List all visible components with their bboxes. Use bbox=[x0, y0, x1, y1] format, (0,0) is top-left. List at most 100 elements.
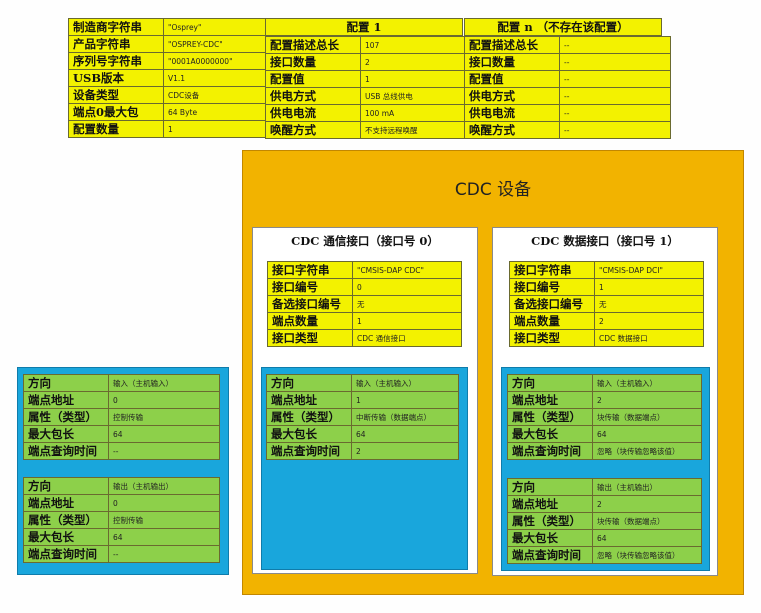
config1-table: 配置描述总长 107 接口数量 2 配置值 1 供电方式 USB 总线供电 供电电流 100 mA… bbox=[265, 36, 472, 139]
config-n-table-row: 唤醒方式 -- bbox=[464, 121, 671, 139]
field-label: 接口编号 bbox=[267, 278, 353, 296]
field-value: 64 Byte bbox=[163, 103, 275, 121]
field-value: -- bbox=[559, 70, 671, 88]
cdc-data-interface-table-row: 接口字符串 "CMSIS-DAP DCI" bbox=[509, 261, 704, 279]
field-value: 64 bbox=[592, 529, 702, 547]
field-label: 唤醒方式 bbox=[464, 121, 560, 139]
field-value: CDC设备 bbox=[163, 86, 275, 104]
config-n-table-row: 接口数量 -- bbox=[464, 53, 671, 71]
field-label: 供电方式 bbox=[265, 87, 361, 105]
ep0-in-table: 方向 输入（主机输入） 端点地址 0 属性（类型） 控制传输 最大包长 64 端点查询时间 -- bbox=[23, 374, 220, 460]
cdc-comm-endpoint-table-row: 方向 输入（主机输入） bbox=[266, 374, 459, 392]
field-value: 0 bbox=[108, 391, 220, 409]
field-label: 端点查询时间 bbox=[23, 545, 109, 563]
field-label: 供电方式 bbox=[464, 87, 560, 105]
config-n-table-row: 供电方式 -- bbox=[464, 87, 671, 105]
cdc-comm-interface-table-row: 接口字符串 "CMSIS-DAP CDC" bbox=[267, 261, 462, 279]
field-value: CDC 数据接口 bbox=[594, 329, 704, 347]
cdc-data-endpoint-out-table-row: 端点地址 2 bbox=[507, 495, 702, 513]
field-label: 接口字符串 bbox=[267, 261, 353, 279]
field-label: 属性（类型） bbox=[507, 512, 593, 530]
cdc-data-endpoint-out-table: 方向 输出（主机输出） 端点地址 2 属性（类型） 块传输（数据端点） 最大包长 64 端点查询… bbox=[507, 478, 702, 564]
field-value: 控制传输 bbox=[108, 408, 220, 426]
field-label: 端点地址 bbox=[266, 391, 352, 409]
field-label: 端点数量 bbox=[509, 312, 595, 330]
field-label: 最大包长 bbox=[266, 425, 352, 443]
field-label: 方向 bbox=[507, 478, 593, 496]
field-label: 端点地址 bbox=[23, 391, 109, 409]
field-label: 端点查询时间 bbox=[266, 442, 352, 460]
ep0-out-table: 方向 输出（主机输出） 端点地址 0 属性（类型） 控制传输 最大包长 64 端点查询时间 -- bbox=[23, 477, 220, 563]
config1-header: 配置 1 bbox=[265, 18, 463, 36]
config1-table-row: 接口数量 2 bbox=[265, 53, 472, 71]
field-value: -- bbox=[559, 87, 671, 105]
field-value: V1.1 bbox=[163, 69, 275, 87]
field-label: 属性（类型） bbox=[23, 511, 109, 529]
ep0-in-table-row: 端点地址 0 bbox=[23, 391, 220, 409]
device-descriptor-table-row: 产品字符串 "OSPREY-CDC" bbox=[68, 35, 275, 53]
field-label: 配置描述总长 bbox=[464, 36, 560, 54]
ep0-in-table-row: 最大包长 64 bbox=[23, 425, 220, 443]
cdc-device-title: CDC 设备 bbox=[454, 180, 532, 200]
field-value: CDC 通信接口 bbox=[352, 329, 462, 347]
field-value: -- bbox=[559, 104, 671, 122]
field-label: 备选接口编号 bbox=[267, 295, 353, 313]
cdc-data-interface-table-row: 接口编号 1 bbox=[509, 278, 704, 296]
field-label: 接口数量 bbox=[464, 53, 560, 71]
field-value: 输出（主机输出） bbox=[592, 478, 702, 496]
field-label: 最大包长 bbox=[23, 528, 109, 546]
field-label: 备选接口编号 bbox=[509, 295, 595, 313]
cdc-data-interface-title: CDC 数据接口（接口号 1） bbox=[531, 234, 679, 248]
field-value: 2 bbox=[594, 312, 704, 330]
cdc-data-endpoint-in-table-row: 端点地址 2 bbox=[507, 391, 702, 409]
config-n-table: 配置描述总长 -- 接口数量 -- 配置值 -- 供电方式 -- 供电电流 -- 唤醒方式 -- bbox=[464, 36, 671, 139]
field-value: 忽略（块传输忽略该值） bbox=[592, 546, 702, 564]
field-label: 最大包长 bbox=[23, 425, 109, 443]
device-descriptor-table-row: 制造商字符串 "Osprey" bbox=[68, 18, 275, 36]
field-value: 输入（主机输入） bbox=[108, 374, 220, 392]
field-label: 配置值 bbox=[265, 70, 361, 88]
config-n-header: 配置 n （不存在该配置） bbox=[464, 18, 662, 36]
config1-table-row: 供电方式 USB 总线供电 bbox=[265, 87, 472, 105]
ep0-out-table-row: 方向 输出（主机输出） bbox=[23, 477, 220, 495]
ep0-in-table-row: 属性（类型） 控制传输 bbox=[23, 408, 220, 426]
cdc-comm-interface-table: 接口字符串 "CMSIS-DAP CDC" 接口编号 0 备选接口编号无端点数量 1 接口类… bbox=[267, 261, 462, 347]
field-value: 忽略（块传输忽略该值） bbox=[592, 442, 702, 460]
field-value: 2 bbox=[592, 495, 702, 513]
field-label: 端点0最大包 bbox=[68, 103, 164, 121]
cdc-data-interface-table-row: 备选接口编号无 bbox=[509, 295, 704, 313]
field-value: 64 bbox=[108, 528, 220, 546]
cdc-comm-interface-table-row: 备选接口编号无 bbox=[267, 295, 462, 313]
cdc-data-endpoint-in-table: 方向 输入（主机输入） 端点地址 2 属性（类型） 块传输（数据端点） 最大包长 64 端点查询… bbox=[507, 374, 702, 460]
cdc-comm-endpoint-table-row: 最大包长 64 bbox=[266, 425, 459, 443]
config-n-table-row: 配置值 -- bbox=[464, 70, 671, 88]
config1-table-row: 唤醒方式 不支持远程唤醒 bbox=[265, 121, 472, 139]
field-label: 最大包长 bbox=[507, 529, 593, 547]
cdc-comm-endpoint-table: 方向 输入（主机输入） 端点地址 1 属性（类型） 中断传输（数据端点） 最大包长 64 端点查… bbox=[266, 374, 459, 460]
field-label: 制造商字符串 bbox=[68, 18, 164, 36]
field-value: 输出（主机输出） bbox=[108, 477, 220, 495]
field-label: 端点地址 bbox=[507, 495, 593, 513]
field-value: 0 bbox=[108, 494, 220, 512]
field-value: -- bbox=[559, 53, 671, 71]
field-value: -- bbox=[108, 442, 220, 460]
field-label: 接口类型 bbox=[267, 329, 353, 347]
config-n-table-row: 配置描述总长 -- bbox=[464, 36, 671, 54]
field-value: -- bbox=[559, 36, 671, 54]
field-label: 属性（类型） bbox=[507, 408, 593, 426]
field-value: USB 总线供电 bbox=[360, 87, 472, 105]
config-n-table-row: 供电电流 -- bbox=[464, 104, 671, 122]
field-label: 方向 bbox=[266, 374, 352, 392]
field-value: 1 bbox=[352, 312, 462, 330]
field-value: 块传输（数据端点） bbox=[592, 408, 702, 426]
device-descriptor-table-row: 设备类型 CDC设备 bbox=[68, 86, 275, 104]
field-value: 64 bbox=[351, 425, 459, 443]
ep0-out-table-row: 属性（类型） 控制传输 bbox=[23, 511, 220, 529]
cdc-comm-endpoint-table-row: 属性（类型） 中断传输（数据端点） bbox=[266, 408, 459, 426]
field-label: 接口类型 bbox=[509, 329, 595, 347]
cdc-data-endpoint-out-table-row: 最大包长 64 bbox=[507, 529, 702, 547]
field-label: 配置数量 bbox=[68, 120, 164, 138]
cdc-data-interface-table: 接口字符串 "CMSIS-DAP DCI" 接口编号 1 备选接口编号无端点数量 2 接口类… bbox=[509, 261, 704, 347]
field-value: "CMSIS-DAP DCI" bbox=[594, 261, 704, 279]
field-label: 最大包长 bbox=[507, 425, 593, 443]
